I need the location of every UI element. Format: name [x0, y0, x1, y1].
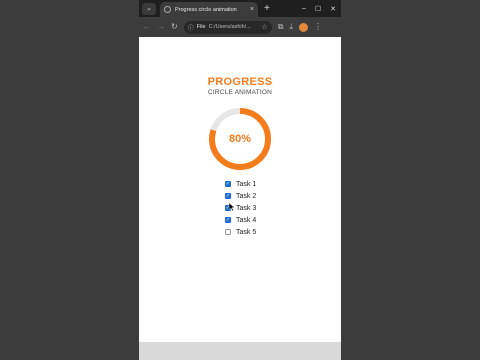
mouse-cursor-icon: [229, 203, 235, 211]
browser-window: ⌄ Progress circle animation × + – ☐ ✕ ← …: [139, 0, 341, 360]
tab-title: Progress circle animation: [175, 6, 237, 13]
bottom-bar: [139, 342, 341, 360]
address-bar[interactable]: ⓘ File C:/Users/ashih/... ☆: [183, 20, 272, 34]
page-subtitle: CIRCLE ANIMATION: [207, 89, 273, 96]
task-checkbox[interactable]: ✓: [225, 181, 231, 187]
browser-tab[interactable]: Progress circle animation ×: [160, 2, 258, 17]
task-checkbox[interactable]: ✓: [225, 217, 231, 223]
task-label: Task 5: [236, 228, 257, 236]
bookmark-star-icon[interactable]: ☆: [261, 23, 267, 31]
browser-toolbar: ← → ↻ ⓘ File C:/Users/ashih/... ☆ ⧉ ⤓ ⋮: [139, 17, 341, 37]
forward-arrow-icon[interactable]: →: [157, 22, 165, 32]
task-item[interactable]: ✓ Task 4: [225, 214, 256, 226]
globe-icon: [164, 6, 171, 13]
tab-bar: ⌄ Progress circle animation × + – ☐ ✕: [139, 0, 341, 17]
task-item[interactable]: ✓ Task 2: [225, 190, 256, 202]
page-title: PROGRESS: [207, 76, 273, 88]
info-icon[interactable]: ⓘ: [188, 23, 194, 32]
reload-icon[interactable]: ↻: [171, 22, 178, 32]
back-arrow-icon[interactable]: ←: [143, 22, 151, 32]
new-tab-button[interactable]: +: [264, 3, 270, 14]
task-label: Task 4: [236, 216, 257, 224]
task-label: Task 2: [236, 192, 257, 200]
maximize-icon[interactable]: ☐: [315, 5, 321, 13]
extensions-icon[interactable]: ⧉: [278, 22, 284, 32]
task-label: Task 1: [236, 180, 257, 188]
task-item[interactable]: ✓ Task 1: [225, 178, 256, 190]
chevron-down-icon[interactable]: ⌄: [142, 2, 156, 15]
kebab-menu-icon[interactable]: ⋮: [314, 22, 322, 32]
minimize-icon[interactable]: –: [302, 5, 306, 13]
profile-avatar[interactable]: [298, 22, 308, 32]
task-checkbox[interactable]: ✓: [225, 193, 231, 199]
download-icon[interactable]: ⤓: [289, 22, 293, 32]
url-scheme-label: File: [196, 24, 206, 30]
window-close-icon[interactable]: ✕: [330, 5, 336, 13]
progress-percent: 80%: [228, 133, 252, 145]
task-checkbox[interactable]: [225, 229, 231, 235]
close-icon[interactable]: ×: [250, 6, 254, 13]
task-label: Task 3: [236, 204, 257, 212]
task-item[interactable]: Task 5: [225, 226, 256, 238]
url-text[interactable]: C:/Users/ashih/...: [209, 24, 259, 30]
